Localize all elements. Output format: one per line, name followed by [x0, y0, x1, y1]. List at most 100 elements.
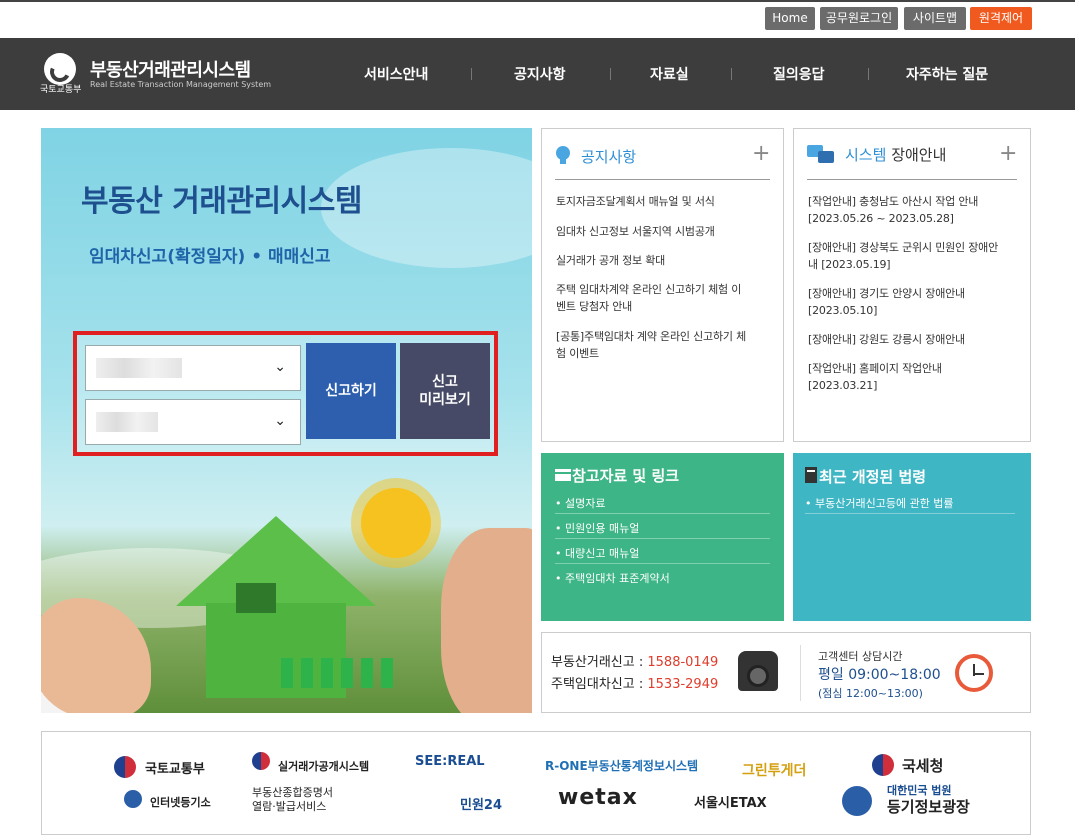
outage-item[interactable]: [2023.03.21] — [808, 377, 877, 394]
reference-item[interactable]: • 설명자료 — [555, 495, 605, 511]
nav-archive[interactable]: 자료실 — [650, 64, 689, 84]
trade-phone: 부동산거래신고 : 1588-0149 — [551, 655, 719, 670]
outage-item[interactable]: [2023.05.10] — [808, 302, 877, 319]
outage-item[interactable]: [작업안내] 충청남도 아산시 작업 안내 — [808, 193, 978, 210]
ministry-emblem-icon — [44, 53, 76, 85]
site-title[interactable]: 부동산거래관리시스템 — [90, 56, 251, 82]
related-sites: 국토교통부 실거래가공개시스템 SEE:REAL R-ONE부동산통계정보시스템… — [41, 731, 1031, 835]
paper-people-image — [281, 658, 401, 688]
preview-label-line2: 미리보기 — [419, 392, 471, 408]
minwon24-link[interactable]: 민원24 — [460, 794, 502, 813]
notice-item[interactable]: 험 이벤트 — [556, 345, 599, 362]
home-link[interactable]: Home — [765, 7, 815, 30]
hero-title: 부동산 거래관리시스템 — [81, 184, 362, 219]
plus-icon[interactable]: + — [999, 141, 1017, 166]
notice-item[interactable]: 실거래가 공개 정보 확대 — [556, 252, 665, 269]
realprice-link[interactable]: 실거래가공개시스템 — [278, 758, 369, 774]
outage-item[interactable]: [장애안내] 강원도 강릉시 장애안내 — [808, 331, 965, 348]
outage-item[interactable]: [장애안내] 경상북도 군위시 민원인 장애안 — [808, 239, 998, 256]
reference-box-title[interactable]: 참고자료 및 링크 — [572, 465, 679, 486]
select-value-blurred — [96, 412, 158, 432]
notice-item[interactable]: 임대차 신고정보 서울지역 시범공개 — [556, 223, 715, 240]
cert-link-line2[interactable]: 열람·발급서비스 — [252, 798, 326, 814]
seereal-link[interactable]: SEE:REAL — [415, 754, 485, 769]
box-divider — [555, 563, 770, 564]
outage-title-rest: 장애안내 — [891, 146, 947, 164]
house-roof-image — [176, 516, 376, 606]
nav-separator — [731, 68, 732, 80]
site-subtitle: Real Estate Transaction Management Syste… — [90, 80, 272, 89]
outage-panel: 시스템 장애안내 + [작업안내] 충청남도 아산시 작업 안내 [2023.0… — [793, 128, 1031, 442]
region-select-2[interactable]: ⌄ — [85, 399, 301, 445]
panel-divider — [807, 179, 1017, 180]
notice-panel-title[interactable]: 공지사항 — [581, 146, 636, 167]
iros-link[interactable]: 인터넷등기소 — [150, 794, 211, 810]
outage-item[interactable]: [장애안내] 경기도 안양시 장애안내 — [808, 285, 965, 302]
nts-emblem-icon — [872, 754, 894, 776]
region-select-1[interactable]: ⌄ — [85, 345, 301, 391]
box-divider — [555, 513, 770, 514]
nav-service-guide[interactable]: 서비스안내 — [364, 64, 428, 84]
plus-icon[interactable]: + — [752, 141, 770, 166]
contact-panel: 부동산거래신고 : 1588-0149 주택임대차신고 : 1533-2949 … — [541, 632, 1031, 713]
law-item[interactable]: • 부동산거래신고등에 관한 법률 — [805, 495, 954, 511]
lease-phone: 주택임대차신고 : 1533-2949 — [551, 677, 719, 692]
document-icon — [805, 467, 817, 483]
official-login-link[interactable]: 공무원로그인 — [820, 7, 898, 30]
panel-divider — [555, 179, 770, 180]
etax-link[interactable]: 서울시ETAX — [694, 792, 767, 811]
outage-item[interactable]: 내 [2023.05.19] — [808, 256, 891, 273]
remote-control-link[interactable]: 원격제어 — [970, 7, 1032, 30]
select-value-blurred — [96, 358, 182, 378]
notice-item[interactable]: [공통]주택임대차 계약 온라인 신고하기 체 — [556, 328, 746, 345]
contact-divider — [800, 645, 801, 701]
rone-link[interactable]: R-ONE부동산통계정보시스템 — [545, 757, 698, 774]
cs-title: 고객센터 상담시간 — [818, 650, 903, 663]
chevron-down-icon: ⌄ — [274, 413, 286, 429]
notice-item[interactable]: 주택 임대차계약 온라인 신고하기 체험 이 — [556, 281, 741, 298]
molit-link[interactable]: 국토교통부 — [145, 758, 205, 777]
law-box-title[interactable]: 최근 개정된 법령 — [819, 466, 926, 487]
card-icon — [555, 469, 571, 481]
cs-hours: 평일 09:00~18:00 — [818, 667, 941, 683]
report-button[interactable]: 신고하기 — [306, 343, 396, 439]
box-divider — [805, 513, 1015, 514]
reference-item[interactable]: • 주택임대차 표준계약서 — [555, 570, 670, 586]
lightbulb-icon — [556, 146, 570, 164]
reference-item[interactable]: • 민원인용 매뉴얼 — [555, 520, 639, 536]
utility-bar: Home 공무원로그인 사이트맵 원격제어 — [0, 0, 1075, 38]
notice-item[interactable]: 토지자금조달계획서 매뉴얼 및 서식 — [556, 193, 715, 210]
nav-qna[interactable]: 질의응답 — [773, 64, 825, 84]
chat-bubbles-icon — [807, 145, 834, 163]
notice-item[interactable]: 벤트 당첨자 안내 — [556, 298, 632, 315]
court-emblem-icon — [124, 790, 142, 808]
nav-separator — [868, 68, 869, 80]
ministry-name: 국토교통부 — [40, 85, 82, 95]
box-divider — [555, 538, 770, 539]
nav-notices[interactable]: 공지사항 — [514, 64, 566, 84]
reference-item[interactable]: • 대량신고 매뉴얼 — [555, 545, 639, 561]
outage-panel-title[interactable]: 시스템 장애안내 — [845, 144, 946, 165]
house-window-image — [236, 583, 276, 613]
reference-box: 참고자료 및 링크 • 설명자료 • 민원인용 매뉴얼 • 대량신고 매뉴얼 •… — [541, 453, 784, 621]
preview-label-line1: 신고 — [432, 374, 458, 390]
cs-lunch: (점심 12:00~13:00) — [818, 687, 923, 700]
greentogether-link[interactable]: 그린투게더 — [742, 760, 806, 780]
court-link-line2[interactable]: 등기정보광장 — [887, 796, 970, 817]
molit-emblem-icon — [252, 752, 270, 770]
nts-link[interactable]: 국세청 — [902, 755, 943, 776]
nav-faq[interactable]: 자주하는 질문 — [906, 64, 988, 84]
report-preview-button[interactable]: 신고 미리보기 — [400, 343, 490, 439]
hand-image — [441, 528, 532, 713]
telephone-icon — [738, 651, 778, 691]
clock-icon — [955, 654, 993, 692]
nav-separator — [610, 68, 611, 80]
outage-item[interactable]: [2023.05.26 ~ 2023.05.28] — [808, 210, 954, 227]
chevron-down-icon: ⌄ — [274, 359, 286, 375]
law-box: 최근 개정된 법령 • 부동산거래신고등에 관한 법률 — [793, 453, 1031, 621]
outage-title-accent: 시스템 — [845, 146, 887, 164]
molit-emblem-icon — [114, 756, 136, 778]
outage-item[interactable]: [작업안내] 홈페이지 작업안내 — [808, 360, 942, 377]
sitemap-link[interactable]: 사이트맵 — [904, 7, 966, 30]
wetax-link[interactable]: wetax — [558, 785, 638, 810]
